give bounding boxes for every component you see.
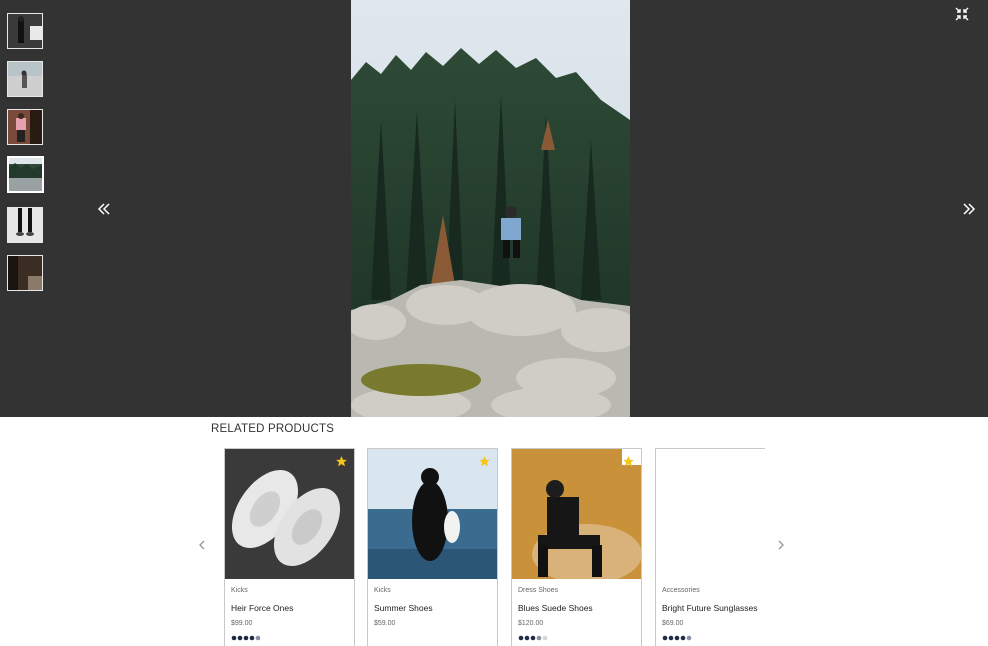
exit-fullscreen-button[interactable] xyxy=(954,6,970,22)
product-price: $99.00 xyxy=(231,620,253,627)
favorite-star-icon[interactable] xyxy=(622,455,635,468)
chevron-right-icon xyxy=(778,540,784,550)
thumbnail-4-image xyxy=(9,158,42,191)
rating-star xyxy=(237,635,243,641)
summer-shoes-photo xyxy=(368,449,497,579)
product-image xyxy=(225,449,354,579)
sunglasses-photo-placeholder xyxy=(656,449,765,579)
thumbnail-6[interactable] xyxy=(7,255,43,291)
related-products-carousel: Kicks Heir Force Ones $99.00 Kicks Summe… xyxy=(224,448,765,646)
product-image xyxy=(512,449,641,579)
thumbnail-3-image xyxy=(8,110,42,144)
product-category[interactable]: Dress Shoes xyxy=(518,587,558,594)
rating-star xyxy=(530,635,536,641)
rating-star xyxy=(668,635,674,641)
thumbnail-2[interactable] xyxy=(7,61,43,97)
rating-star xyxy=(542,635,548,641)
related-products-heading: RELATED PRODUCTS xyxy=(211,423,335,435)
rating-star xyxy=(231,635,237,641)
double-chevron-left-icon xyxy=(97,203,110,215)
thumbnail-2-image xyxy=(8,62,42,96)
thumbnail-3[interactable] xyxy=(7,109,43,145)
rating-star xyxy=(686,635,692,641)
product-image xyxy=(656,449,765,579)
blues-suede-shoes-photo xyxy=(512,449,641,579)
rating-star xyxy=(536,635,542,641)
main-photo xyxy=(351,0,630,417)
product-category[interactable]: Accessories xyxy=(662,587,700,594)
rating-stars xyxy=(231,635,261,641)
thumbnail-6-image xyxy=(8,256,42,290)
product-card[interactable]: Accessories Bright Future Sunglasses $69… xyxy=(655,448,765,646)
product-price: $120.00 xyxy=(518,620,544,627)
double-chevron-right-icon xyxy=(963,203,976,215)
rating-star xyxy=(249,635,255,641)
rating-star xyxy=(674,635,680,641)
product-name[interactable]: Heir Force Ones xyxy=(231,603,293,613)
thumbnail-5[interactable] xyxy=(7,207,43,243)
product-category[interactable]: Kicks xyxy=(231,587,248,594)
favorite-star-icon[interactable] xyxy=(478,455,491,468)
product-card[interactable]: Kicks Heir Force Ones $99.00 xyxy=(224,448,355,646)
forest-cliff-photo xyxy=(351,0,630,417)
rating-star xyxy=(680,635,686,641)
rating-star xyxy=(662,635,668,641)
favorite-star-icon[interactable] xyxy=(335,455,348,468)
white-sneakers-photo xyxy=(225,449,354,579)
previous-image-button[interactable] xyxy=(94,198,114,220)
rating-star xyxy=(524,635,530,641)
related-next-button[interactable] xyxy=(774,537,788,553)
rating-stars xyxy=(662,635,692,641)
product-name[interactable]: Blues Suede Shoes xyxy=(518,603,593,613)
thumbnail-1[interactable] xyxy=(7,13,43,49)
product-price: $69.00 xyxy=(662,620,684,627)
product-card[interactable]: Kicks Summer Shoes $59.00 xyxy=(367,448,498,646)
rating-star xyxy=(518,635,524,641)
product-image xyxy=(368,449,497,579)
product-category[interactable]: Kicks xyxy=(374,587,391,594)
thumbnail-1-image xyxy=(8,14,42,48)
rating-star xyxy=(255,635,261,641)
thumbnail-4-active[interactable] xyxy=(7,156,44,193)
product-name[interactable]: Bright Future Sunglasses xyxy=(662,603,757,613)
next-image-button[interactable] xyxy=(959,198,979,220)
chevron-left-icon xyxy=(199,540,205,550)
product-card[interactable]: Dress Shoes Blues Suede Shoes $120.00 xyxy=(511,448,642,646)
lightbox-viewer xyxy=(0,0,988,417)
exit-fullscreen-icon xyxy=(955,7,969,21)
product-name[interactable]: Summer Shoes xyxy=(374,603,433,613)
rating-star xyxy=(243,635,249,641)
rating-stars xyxy=(518,635,548,641)
thumbnail-5-image xyxy=(8,208,42,242)
product-price: $59.00 xyxy=(374,620,396,627)
related-prev-button[interactable] xyxy=(195,537,209,553)
